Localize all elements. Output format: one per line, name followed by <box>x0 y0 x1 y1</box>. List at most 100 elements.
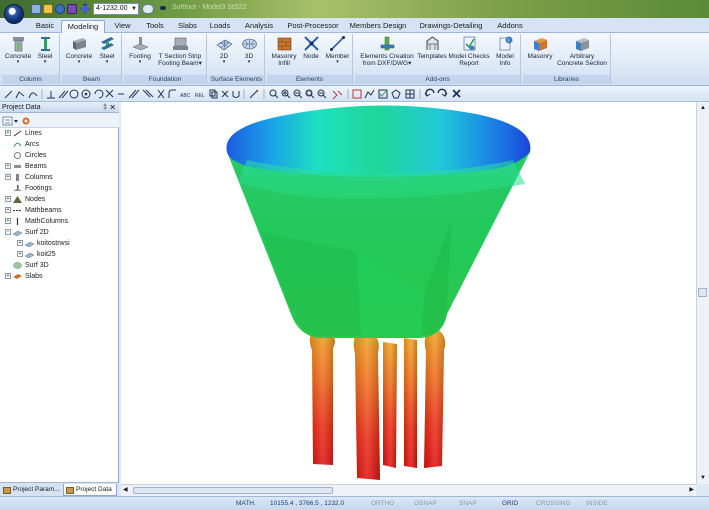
tab-addons[interactable]: Addons <box>494 20 526 33</box>
status-snap[interactable]: SNAP <box>459 499 477 509</box>
break-icon[interactable] <box>157 89 165 99</box>
tree-item-circles[interactable]: Circles <box>13 151 46 161</box>
tab-modeling[interactable]: Modeling <box>61 20 105 33</box>
expand-icon[interactable]: + <box>5 130 11 137</box>
grid-tool-icon[interactable] <box>405 89 415 99</box>
expand-icon[interactable]: + <box>5 218 11 225</box>
delete-icon[interactable] <box>452 89 461 98</box>
tree-item-slabs[interactable]: + Slabs <box>5 272 43 282</box>
zoom-in-icon[interactable] <box>281 89 291 99</box>
select-box-icon[interactable] <box>352 89 362 99</box>
eye-icon[interactable] <box>142 4 154 14</box>
member-button[interactable]: Member ▾ <box>324 35 351 65</box>
zoom-extents-icon[interactable] <box>305 89 315 99</box>
open-icon[interactable] <box>43 4 53 14</box>
templates-button[interactable]: Templates <box>417 35 447 60</box>
chevron-down-icon[interactable] <box>14 120 18 123</box>
arbitrary-concrete-section-button[interactable]: Arbitrary Concrete Section <box>555 35 609 67</box>
tree-item-mathbeams[interactable]: + Mathbeams <box>5 206 62 216</box>
tree-item-footings[interactable]: Footings <box>13 184 52 194</box>
beam-concrete-button[interactable]: Concrete ▾ <box>64 35 94 65</box>
snap-magnet-icon[interactable] <box>232 91 240 98</box>
undo-icon[interactable] <box>424 88 435 97</box>
tree-item-mathcolumns[interactable]: + MathColumns <box>5 217 68 227</box>
column-concrete-button[interactable]: Concrete ▾ <box>4 35 32 65</box>
tab-tools[interactable]: Tools <box>141 20 169 33</box>
tree-item-beams[interactable]: + Beams <box>5 162 47 172</box>
tab-post-processor[interactable]: Post-Processor <box>284 20 342 33</box>
scroll-left-icon[interactable]: ◀ <box>123 486 128 493</box>
tab-analysis[interactable]: Analysis <box>240 20 278 33</box>
tree-item-koit25[interactable]: + koit25 <box>17 250 56 260</box>
tab-drawings-detailing[interactable]: Drawings-Detailing <box>418 20 484 33</box>
zoom-window-icon[interactable] <box>269 89 279 99</box>
zoom-out-icon[interactable] <box>293 89 303 99</box>
tree-item-lines[interactable]: + Lines <box>5 129 42 139</box>
pin-icon[interactable]: ‡ <box>103 102 107 113</box>
cross-icon[interactable] <box>105 89 114 98</box>
tree-view-icon[interactable] <box>2 116 13 126</box>
new-icon[interactable] <box>31 4 41 14</box>
scroll-right-icon[interactable]: ▶ <box>689 486 694 493</box>
tab-view[interactable]: View <box>110 20 135 33</box>
tree-item-surf-2d[interactable]: − Surf 2D <box>5 228 49 238</box>
circle-tool-icon[interactable] <box>69 89 79 99</box>
close-icon[interactable]: ✕ <box>109 102 116 113</box>
status-ortho[interactable]: ORTHO <box>371 499 394 509</box>
pentagon-icon[interactable] <box>391 89 401 99</box>
status-math[interactable]: MATH. <box>236 499 256 509</box>
tab-basic[interactable]: Basic <box>31 20 59 33</box>
tree-item-columns[interactable]: + Columns <box>5 173 53 183</box>
masonry-infill-button[interactable]: Masonry Infill <box>269 35 299 67</box>
parallel-icon[interactable] <box>58 90 69 99</box>
tree-item-surf-3d[interactable]: Surf 3D <box>13 261 49 271</box>
status-grid[interactable]: GRID <box>502 499 518 509</box>
scroll-down-icon[interactable]: ▼ <box>700 475 706 481</box>
status-inside[interactable]: INSIDE <box>586 499 608 509</box>
tab-project-parameters[interactable]: Project Param... <box>1 484 61 496</box>
tab-loads[interactable]: Loads <box>206 20 234 33</box>
pencil-icon[interactable] <box>249 89 259 99</box>
expand-icon[interactable]: + <box>5 207 11 214</box>
collapse-icon[interactable]: − <box>5 229 11 236</box>
application-menu-button[interactable] <box>4 4 24 24</box>
elements-creation-dxf-button[interactable]: Elements Creation from DXF/DWG▾ <box>357 35 417 67</box>
graph-icon[interactable] <box>364 89 375 99</box>
expand-icon[interactable]: + <box>5 273 11 280</box>
extend-icon[interactable] <box>142 89 154 98</box>
expand-icon[interactable]: + <box>5 163 11 170</box>
tsection-footing-beam-button[interactable]: T Section Strip Footing Beam▾ <box>155 35 205 67</box>
close-x-icon[interactable] <box>221 90 229 98</box>
expand-icon[interactable]: + <box>17 240 23 247</box>
trim-icon[interactable] <box>128 89 140 99</box>
tab-project-data[interactable]: Project Data <box>63 484 117 496</box>
model-viewport[interactable] <box>121 102 696 484</box>
model-checks-report-button[interactable]: Model Checks Report <box>447 35 491 67</box>
tree-item-nodes[interactable]: + Nodes <box>5 195 45 205</box>
scroll-thumb[interactable] <box>698 288 707 297</box>
scroll-up-icon[interactable]: ▲ <box>700 105 706 111</box>
level-combo[interactable]: 4-1232.00 ▼ <box>93 3 139 15</box>
rel-text-icon[interactable]: REL <box>195 93 205 99</box>
tree-item-koitostrwsi[interactable]: + koitostrwsi <box>17 239 70 249</box>
footing-button[interactable]: Footing ▾ <box>126 35 154 65</box>
fillet-icon[interactable] <box>168 89 176 98</box>
copy-icon[interactable] <box>209 89 218 99</box>
tab-slabs[interactable]: Slabs <box>174 20 201 33</box>
surface-2d-button[interactable]: 2D ▾ <box>213 35 235 65</box>
refresh-icon[interactable] <box>22 117 30 125</box>
scroll-thumb[interactable] <box>133 487 333 494</box>
zoom-previous-icon[interactable] <box>317 89 327 99</box>
tab-members-design[interactable]: Members Design <box>348 20 408 33</box>
save-icon[interactable] <box>67 4 77 14</box>
beam-steel-button[interactable]: Steel ▾ <box>95 35 119 65</box>
rotate-icon[interactable] <box>94 89 104 99</box>
surface-3d-button[interactable]: 3D ▾ <box>238 35 260 65</box>
column-steel-button[interactable]: Steel ▾ <box>33 35 57 65</box>
expand-icon[interactable]: + <box>17 251 23 258</box>
tree-item-arcs[interactable]: Arcs <box>13 140 39 150</box>
globe-icon[interactable] <box>55 4 65 14</box>
perpendicular-icon[interactable] <box>47 91 55 99</box>
expand-icon[interactable]: + <box>5 196 11 203</box>
redo-icon[interactable] <box>437 88 448 97</box>
